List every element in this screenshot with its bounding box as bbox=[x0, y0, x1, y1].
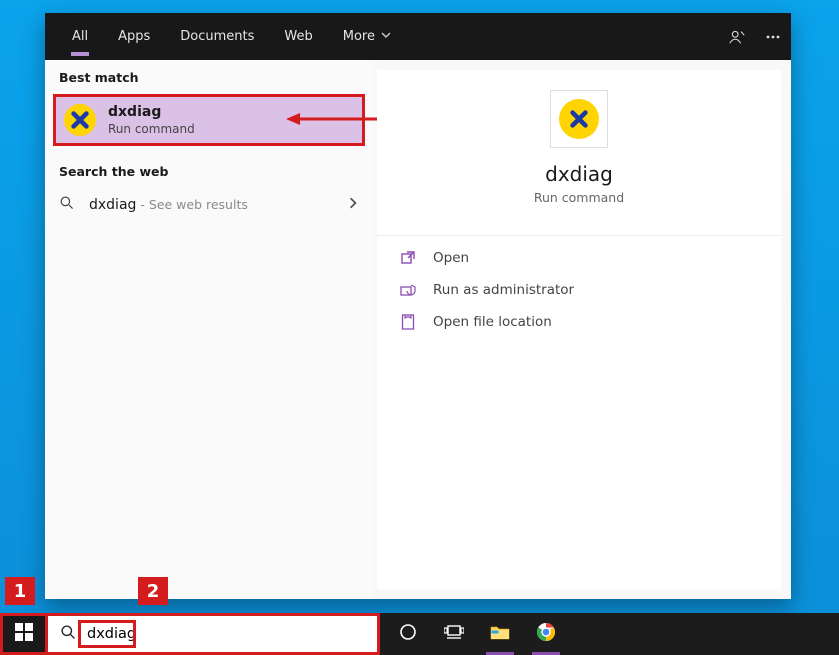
taskbar-search-input[interactable] bbox=[87, 626, 365, 642]
tab-more[interactable]: More bbox=[328, 13, 406, 60]
detail-app-icon bbox=[550, 90, 608, 148]
windows-search-panel: All Apps Documents Web More Best match bbox=[45, 13, 791, 599]
result-detail-pane: dxdiag Run command Open Run as administr… bbox=[377, 70, 781, 589]
web-search-result[interactable]: dxdiag - See web results bbox=[45, 185, 373, 225]
tab-apps[interactable]: Apps bbox=[103, 13, 165, 60]
shield-admin-icon bbox=[399, 282, 417, 298]
dxdiag-icon bbox=[64, 104, 96, 136]
divider bbox=[377, 235, 781, 236]
chevron-right-icon bbox=[347, 197, 359, 213]
annotation-arrow bbox=[286, 111, 386, 127]
open-icon bbox=[399, 250, 417, 266]
taskview-icon bbox=[444, 624, 464, 644]
feedback-person-icon[interactable] bbox=[719, 28, 755, 46]
search-filter-tabs: All Apps Documents Web More bbox=[45, 13, 791, 60]
file-explorer-icon bbox=[490, 624, 510, 644]
action-open[interactable]: Open bbox=[377, 242, 781, 274]
tab-all[interactable]: All bbox=[57, 13, 103, 60]
best-match-title: dxdiag bbox=[108, 104, 195, 120]
start-icon bbox=[15, 623, 33, 645]
tab-documents[interactable]: Documents bbox=[165, 13, 269, 60]
detail-title: dxdiag bbox=[377, 162, 781, 186]
taskbar-cortana[interactable] bbox=[386, 613, 430, 655]
taskbar bbox=[0, 613, 839, 655]
annotation-marker-1: 1 bbox=[5, 577, 35, 605]
detail-subtitle: Run command bbox=[377, 190, 781, 205]
search-icon bbox=[60, 624, 77, 645]
action-run-as-admin[interactable]: Run as administrator bbox=[377, 274, 781, 306]
tab-web[interactable]: Web bbox=[269, 13, 327, 60]
taskbar-task-view[interactable] bbox=[432, 613, 476, 655]
best-match-subtitle: Run command bbox=[108, 122, 195, 136]
taskbar-file-explorer[interactable] bbox=[478, 613, 522, 655]
cortana-icon bbox=[399, 623, 417, 645]
section-best-match: Best match bbox=[45, 60, 373, 91]
folder-location-icon bbox=[399, 314, 417, 330]
chrome-icon bbox=[536, 622, 556, 646]
start-button[interactable] bbox=[0, 613, 48, 655]
web-result-hint: - See web results bbox=[136, 197, 247, 212]
search-icon bbox=[59, 195, 75, 215]
search-results-list: Best match dxdiag Run command Search the… bbox=[45, 60, 373, 599]
best-match-result[interactable]: dxdiag Run command bbox=[53, 94, 365, 146]
chevron-down-icon bbox=[381, 29, 391, 44]
action-open-file-location[interactable]: Open file location bbox=[377, 306, 781, 338]
more-options-icon[interactable] bbox=[755, 29, 791, 45]
section-search-web: Search the web bbox=[45, 154, 373, 185]
taskbar-chrome[interactable] bbox=[524, 613, 568, 655]
taskbar-search-box[interactable] bbox=[48, 613, 380, 655]
web-result-term: dxdiag bbox=[89, 197, 136, 213]
